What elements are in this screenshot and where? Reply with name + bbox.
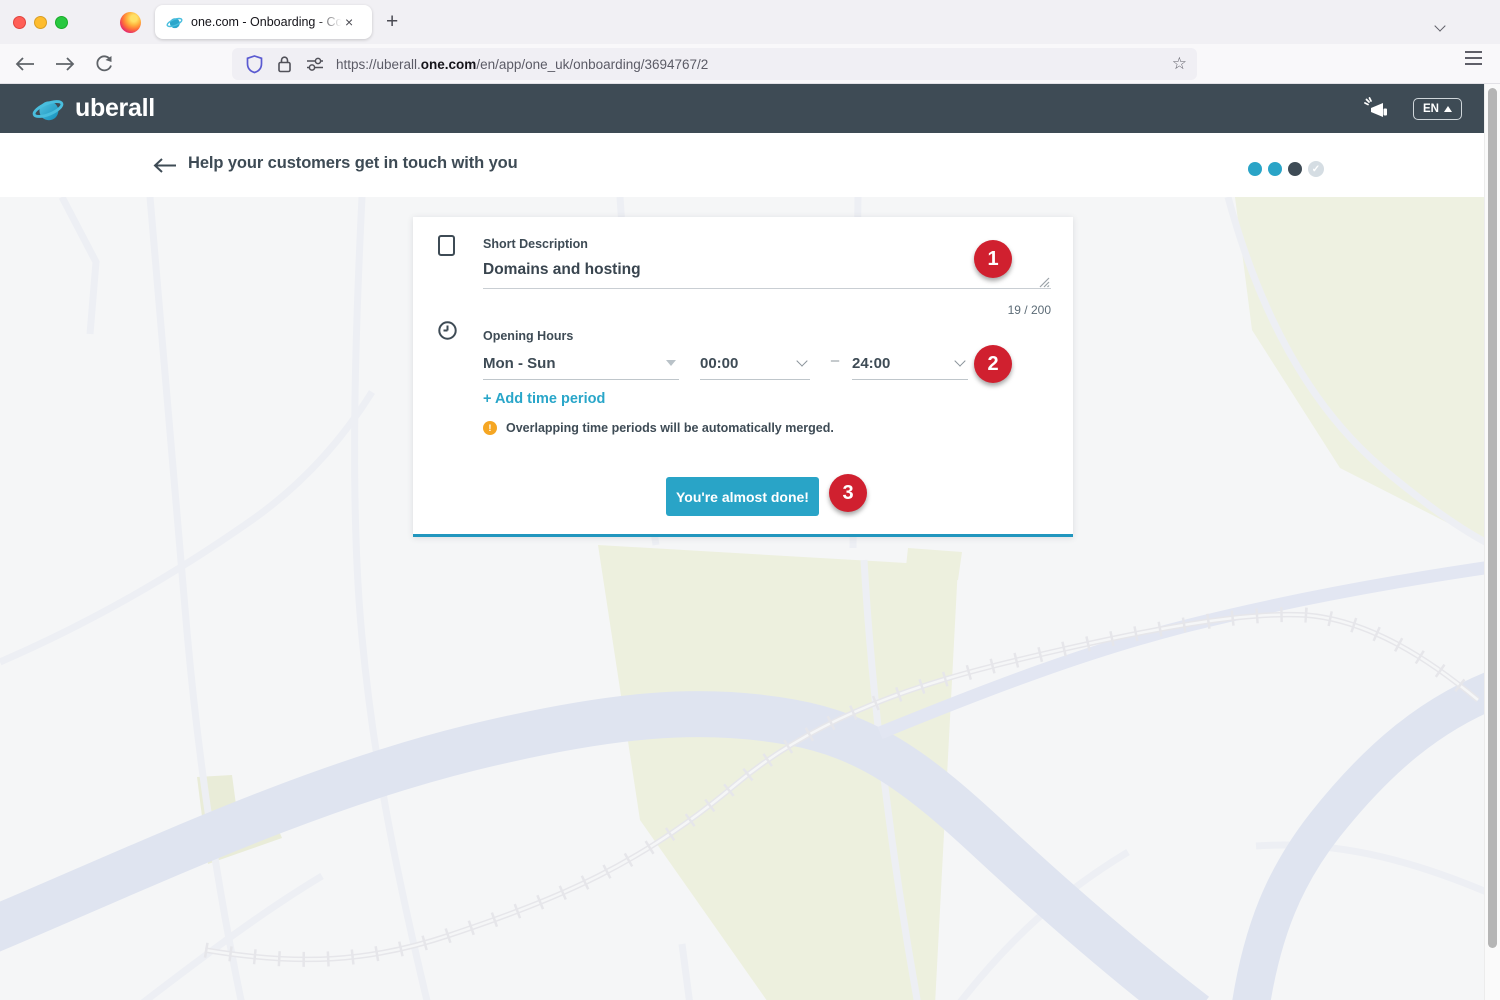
reload-button[interactable] (94, 54, 120, 74)
short-description-input[interactable]: Domains and hosting (483, 261, 641, 279)
time-range-separator: – (823, 352, 847, 369)
window-close-button[interactable] (13, 16, 26, 29)
caret-up-icon (1444, 106, 1452, 112)
page-scrollbar[interactable] (1484, 84, 1500, 1000)
textarea-resize-handle[interactable] (1037, 275, 1050, 288)
window-zoom-button[interactable] (55, 16, 68, 29)
window-controls[interactable] (13, 16, 68, 29)
scrollbar-thumb[interactable] (1488, 88, 1497, 948)
url-text[interactable]: https://uberall.one.com/en/app/one_uk/on… (336, 57, 1164, 72)
short-description-underline (483, 288, 1051, 289)
menu-icon[interactable] (1465, 57, 1482, 59)
forward-button[interactable] (54, 56, 80, 72)
add-time-period-link[interactable]: + Add time period (483, 391, 605, 407)
progress-dot-3 (1288, 162, 1302, 176)
browser-tab[interactable]: one.com - Onboarding - Contact × (155, 5, 372, 39)
window-minimize-button[interactable] (34, 16, 47, 29)
new-tab-button[interactable]: + (386, 9, 398, 35)
language-label: EN (1423, 103, 1439, 115)
time-from-value: 00:00 (700, 355, 738, 372)
days-select[interactable]: Mon - Sun (483, 347, 679, 380)
overlap-warning: ! Overlapping time periods will be autom… (483, 421, 834, 435)
days-select-value: Mon - Sun (483, 355, 555, 372)
page-title-bar: Help your customers get in touch with yo… (0, 133, 1500, 197)
submit-button[interactable]: You're almost done! (666, 477, 819, 516)
uberall-logo[interactable]: uberall (30, 91, 155, 127)
character-counter: 19 / 200 (1008, 303, 1051, 317)
brand-name: uberall (75, 94, 155, 123)
short-description-icon (438, 235, 455, 256)
tab-title: one.com - Onboarding - Contact (191, 15, 343, 29)
time-to-value: 24:00 (852, 355, 890, 372)
shield-icon[interactable] (245, 54, 264, 74)
chevron-down-icon (954, 355, 965, 366)
time-to-select[interactable]: 24:00 (852, 347, 968, 380)
browser-toolbar: https://uberall.one.com/en/app/one_uk/on… (0, 44, 1500, 84)
opening-hours-label: Opening Hours (483, 329, 573, 343)
tab-overflow-chevron-icon[interactable] (1436, 17, 1444, 35)
progress-dot-2 (1268, 162, 1282, 176)
short-description-label: Short Description (483, 237, 588, 251)
uberall-favicon-icon (166, 14, 183, 31)
annotation-badge-2: 2 (974, 345, 1012, 383)
firefox-icon (120, 12, 141, 33)
time-from-select[interactable]: 00:00 (700, 347, 810, 380)
clock-icon (437, 320, 458, 341)
uberall-planet-icon (30, 91, 66, 127)
lock-icon[interactable] (275, 54, 294, 74)
language-selector[interactable]: EN (1413, 98, 1462, 120)
annotation-badge-3: 3 (829, 474, 867, 512)
permissions-icon[interactable] (305, 55, 325, 73)
tab-close-icon[interactable]: × (345, 14, 353, 30)
warning-text: Overlapping time periods will be automat… (506, 421, 834, 435)
bookmark-star-icon[interactable]: ☆ (1172, 54, 1187, 74)
announcement-megaphone-icon[interactable] (1362, 95, 1389, 122)
progress-indicator: ✓ (1248, 161, 1324, 177)
page-back-button[interactable] (152, 157, 178, 174)
main-content: Short Description Domains and hosting 19… (0, 197, 1500, 1000)
browser-tab-bar: one.com - Onboarding - Contact × + (0, 0, 1500, 44)
page-title: Help your customers get in touch with yo… (188, 154, 518, 173)
chevron-down-icon (796, 355, 807, 366)
address-bar[interactable]: https://uberall.one.com/en/app/one_uk/on… (232, 48, 1197, 80)
annotation-badge-1: 1 (974, 240, 1012, 278)
progress-dot-1 (1248, 162, 1262, 176)
caret-down-icon (666, 360, 676, 366)
back-button[interactable] (14, 56, 40, 72)
app-header: uberall EN (0, 84, 1500, 133)
progress-dot-done-check-icon: ✓ (1308, 161, 1324, 177)
warning-icon: ! (483, 421, 497, 435)
